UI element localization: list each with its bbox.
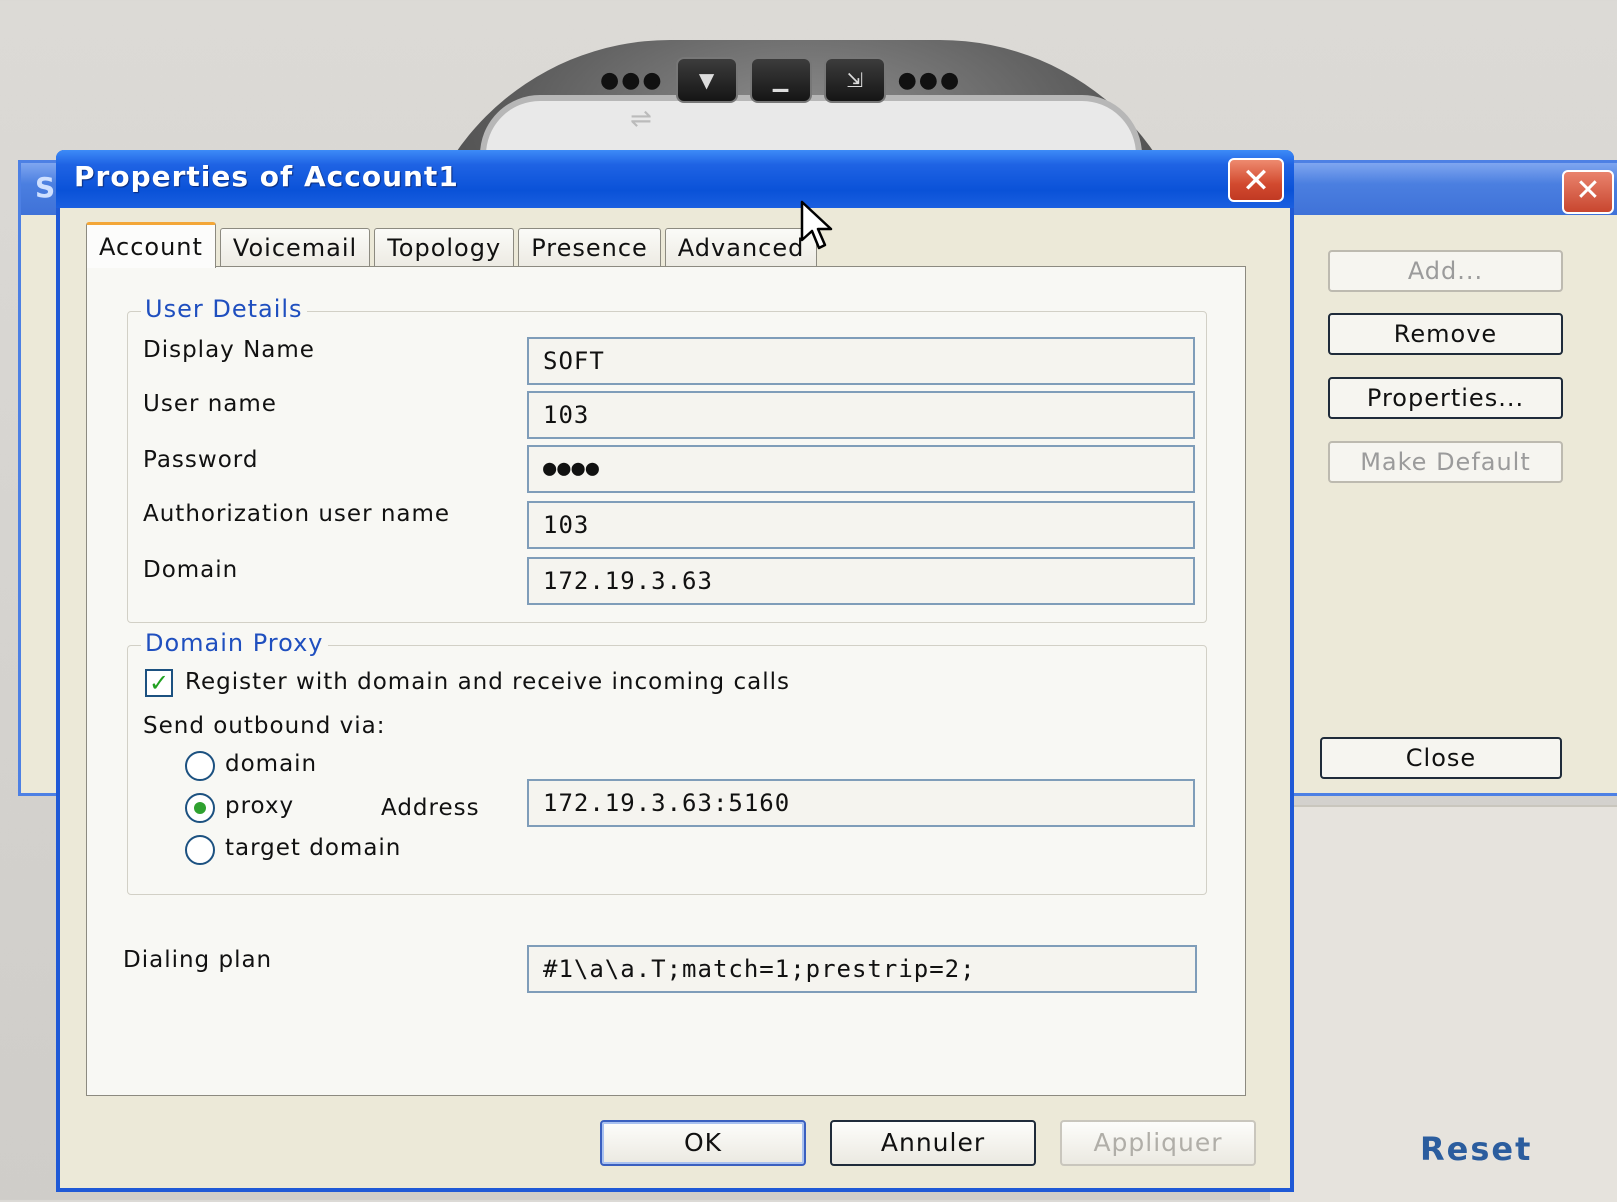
tab-topology[interactable]: Topology bbox=[374, 228, 515, 268]
send-outbound-label: Send outbound via: bbox=[143, 713, 386, 739]
domain-field[interactable]: 172.19.3.63 bbox=[527, 557, 1195, 605]
tab-presence[interactable]: Presence bbox=[518, 228, 661, 268]
dots-right-icon: ●●● bbox=[897, 67, 962, 93]
apply-button[interactable]: Appliquer bbox=[1060, 1120, 1256, 1166]
remove-account-button[interactable]: Remove bbox=[1328, 313, 1563, 355]
radio-target-domain-label[interactable]: target domain bbox=[225, 835, 401, 861]
account-tab-panel: User Details Display Name SOFT User name… bbox=[86, 266, 1246, 1096]
register-checkbox-label[interactable]: Register with domain and receive incomin… bbox=[185, 669, 790, 695]
softphone-logo-icon: ⇌ bbox=[630, 104, 652, 134]
dropdown-arrow-icon[interactable]: ▼ bbox=[675, 57, 738, 103]
add-account-button[interactable]: Add... bbox=[1328, 250, 1563, 292]
dots-left-icon: ●●● bbox=[600, 67, 664, 93]
domain-label: Domain bbox=[143, 557, 239, 583]
auth-user-name-label: Authorization user name bbox=[143, 501, 451, 527]
address-label: Address bbox=[381, 795, 480, 821]
proxy-address-field[interactable]: 172.19.3.63:5160 bbox=[527, 779, 1195, 827]
accounts-close-icon[interactable]: ✕ bbox=[1562, 170, 1614, 214]
tab-voicemail[interactable]: Voicemail bbox=[219, 228, 371, 268]
minimize-icon[interactable]: ▁ bbox=[749, 57, 812, 103]
account-properties-button[interactable]: Properties... bbox=[1328, 377, 1563, 419]
display-name-label: Display Name bbox=[143, 337, 315, 363]
radio-proxy[interactable] bbox=[185, 793, 215, 823]
register-checkbox[interactable]: ✓ bbox=[145, 669, 173, 697]
domain-proxy-legend: Domain Proxy bbox=[141, 629, 328, 657]
dialog-titlebar: Properties of Account1 ✕ bbox=[56, 150, 1294, 208]
accounts-window-title: S bbox=[35, 171, 56, 204]
user-name-label: User name bbox=[143, 391, 277, 417]
display-name-field[interactable]: SOFT bbox=[527, 337, 1195, 385]
tab-advanced[interactable]: Advanced bbox=[664, 228, 818, 268]
user-details-legend: User Details bbox=[141, 295, 307, 323]
mouse-pointer-icon bbox=[800, 200, 833, 250]
radio-target-domain[interactable] bbox=[185, 835, 215, 865]
dialing-plan-field[interactable]: #1\a\a.T;match=1;prestrip=2; bbox=[527, 945, 1197, 993]
radio-domain-label[interactable]: domain bbox=[225, 751, 317, 777]
make-default-button[interactable]: Make Default bbox=[1328, 441, 1563, 483]
properties-dialog: Properties of Account1 ✕ Account Voicema… bbox=[56, 150, 1294, 1192]
user-name-field[interactable]: 103 bbox=[527, 391, 1195, 439]
tab-strip: Account Voicemail Topology Presence Adva… bbox=[86, 220, 821, 268]
close-icon[interactable]: ✕ bbox=[1228, 158, 1284, 202]
radio-proxy-label[interactable]: proxy bbox=[225, 793, 294, 819]
dialing-plan-label: Dialing plan bbox=[123, 947, 273, 973]
ok-button[interactable]: OK bbox=[600, 1120, 806, 1166]
close-accounts-button[interactable]: Close bbox=[1320, 737, 1562, 779]
radio-domain[interactable] bbox=[185, 751, 215, 781]
collapse-icon[interactable]: ⇲ bbox=[823, 57, 886, 103]
reset-button[interactable]: Reset bbox=[1420, 1130, 1532, 1168]
auth-user-name-field[interactable]: 103 bbox=[527, 501, 1195, 549]
tab-account[interactable]: Account bbox=[86, 222, 216, 268]
password-label: Password bbox=[143, 447, 259, 473]
password-field[interactable]: ●●●● bbox=[527, 445, 1195, 493]
cancel-button[interactable]: Annuler bbox=[830, 1120, 1036, 1166]
softphone-button-bar: ●●● ▼ ▁ ⇲ ●●● bbox=[600, 55, 1000, 105]
dialog-title: Properties of Account1 bbox=[74, 160, 459, 193]
